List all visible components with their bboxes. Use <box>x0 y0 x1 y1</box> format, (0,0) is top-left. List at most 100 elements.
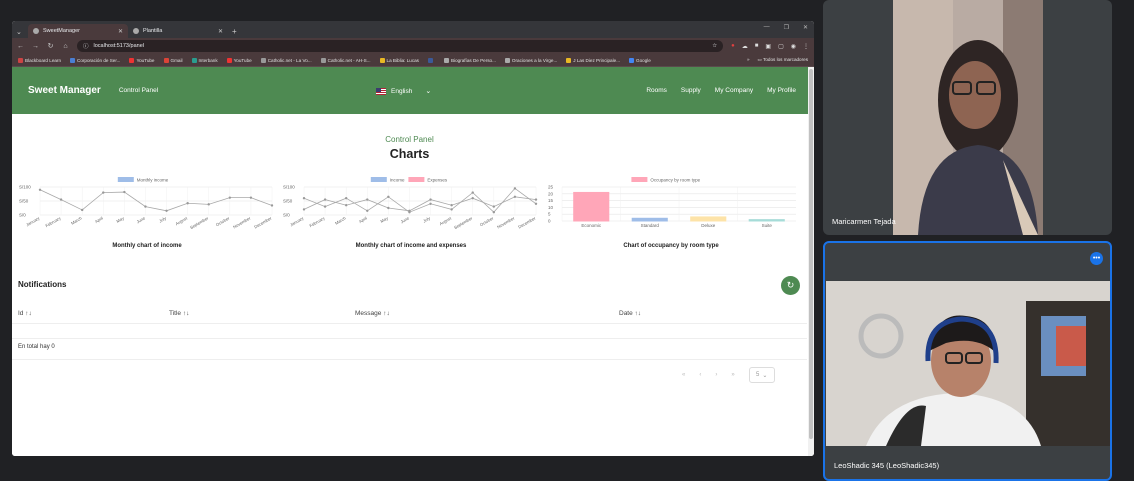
page-size-select[interactable]: 5 ⌄ <box>748 367 775 383</box>
y-tick-label: S/100 <box>19 185 31 190</box>
extension-icon[interactable]: ▣ <box>765 43 771 50</box>
legend-label: Occupancy by room type <box>650 178 700 183</box>
bookmark-label: YouTube <box>233 57 252 63</box>
x-tick-label: March <box>70 215 83 225</box>
bookmark-star-icon[interactable]: ☆ <box>712 43 717 49</box>
occupancy-bar-chart: Occupancy by room type 2520 15 10 5 0 Economic… <box>548 177 796 228</box>
prev-page-button[interactable]: ‹ <box>699 372 701 378</box>
back-icon[interactable]: ← <box>17 43 24 50</box>
bookmark-favicon-icon <box>226 57 232 63</box>
bar <box>690 216 727 222</box>
y-tick-label: 0 <box>548 219 551 224</box>
chart-caption: Monthly chart of income and expenses <box>355 243 467 249</box>
nav-rooms[interactable]: Rooms <box>646 87 667 94</box>
more-options-button[interactable]: ••• <box>1090 252 1103 265</box>
tab-search-icon[interactable]: ⌄ <box>16 28 28 36</box>
bookmark-item[interactable]: Gmail <box>163 57 183 63</box>
close-window-icon[interactable]: ✕ <box>803 24 808 31</box>
y-tick-label: 20 <box>548 191 554 196</box>
column-date[interactable]: Date ↑↓ <box>619 310 641 317</box>
page-subtitle: Control Panel <box>385 135 434 144</box>
legend-swatch <box>117 177 134 182</box>
all-bookmarks-button[interactable]: ▭ Todos los marcadores <box>758 57 808 63</box>
bookmark-item[interactable]: Biografías De Perso... <box>443 57 496 63</box>
page-scrollbar[interactable] <box>808 67 814 456</box>
bookmark-label: Catholic.net - La Vo... <box>267 57 312 63</box>
chart-caption: Monthly chart of income <box>112 243 182 249</box>
nav-my-company[interactable]: My Company <box>715 87 753 94</box>
bookmark-item[interactable]: Google <box>629 57 651 63</box>
tab-plantilla[interactable]: Plantilla ✕ <box>128 24 228 38</box>
bookmark-item[interactable] <box>427 57 435 63</box>
bookmark-item[interactable]: YouTube <box>226 57 252 63</box>
bookmark-item[interactable]: Corporación de Ser... <box>70 57 120 63</box>
more-bookmarks-button[interactable]: » <box>747 57 750 63</box>
bookmark-item[interactable]: Catholic.net - La Vo... <box>260 57 312 63</box>
bookmark-item[interactable]: La Biblia: Lucas <box>379 57 419 63</box>
bookmark-label: Catholic.net - AH-S... <box>327 57 371 63</box>
reload-icon[interactable]: ↻ <box>47 42 54 50</box>
data-point <box>38 188 42 191</box>
refresh-button[interactable]: ↻ <box>781 276 800 295</box>
bookmark-favicon-icon <box>629 57 635 63</box>
first-page-button[interactable]: « <box>682 372 685 378</box>
bookmark-favicon-icon <box>320 57 326 63</box>
bookmark-label: Oraciones a la Virge... <box>511 57 558 63</box>
series-line <box>39 189 273 212</box>
bar <box>748 219 785 222</box>
extension-icon[interactable]: ■ <box>755 43 759 49</box>
x-tick-label: October <box>479 215 495 227</box>
browser-toolbar: ← → ↻ ⌂ ⓘ localhost:5173/panel ☆ ● ☁ ■ ▣… <box>12 38 814 54</box>
extension-icon[interactable]: ● <box>731 43 735 49</box>
profile-icon[interactable]: ◉ <box>791 43 796 50</box>
bookmark-label: YouTube <box>136 57 155 63</box>
participant-tile[interactable]: Maricarmen Tejada <box>823 0 1112 235</box>
nav-my-profile[interactable]: My Profile <box>767 87 796 94</box>
address-bar[interactable]: ⓘ localhost:5173/panel ☆ <box>77 40 724 52</box>
bookmark-favicon-icon <box>566 57 572 63</box>
total-count: En total hay 0 <box>18 344 55 350</box>
participant-tile-active[interactable]: ••• LeoShadic 345 (LeoShadic345) <box>823 241 1112 481</box>
forward-icon[interactable]: → <box>32 43 39 50</box>
x-tick-label: Suite <box>762 223 773 228</box>
bookmark-item[interactable]: Catholic.net - AH-S... <box>320 57 371 63</box>
sidebar-icon[interactable]: ▢ <box>778 43 784 50</box>
bookmark-favicon-icon <box>191 57 197 63</box>
extension-icon[interactable]: ☁ <box>742 43 748 50</box>
column-id[interactable]: Id ↑↓ <box>18 310 32 317</box>
minimize-icon[interactable]: — <box>764 24 770 31</box>
tab-favicon-icon <box>33 28 39 34</box>
tab-sweetmanager[interactable]: SweetManager ✕ <box>28 24 128 38</box>
nav-control-panel[interactable]: Control Panel <box>119 87 158 94</box>
bookmark-item[interactable]: YouTube <box>129 57 155 63</box>
language-selector[interactable]: English ⌄ <box>376 87 431 95</box>
bookmark-label: J Las Diez Principale... <box>573 57 621 63</box>
bookmark-item[interactable]: J Las Diez Principale... <box>566 57 621 63</box>
data-point <box>165 209 168 212</box>
sort-icon: ↑↓ <box>383 310 390 317</box>
bookmark-item[interactable]: Oraciones a la Virge... <box>504 57 558 63</box>
tab-close-icon[interactable]: ✕ <box>118 28 123 35</box>
column-message[interactable]: Message ↑↓ <box>355 310 390 317</box>
bookmark-favicon-icon <box>443 57 449 63</box>
bookmark-item[interactable]: Blackboard Learn <box>18 57 61 63</box>
brand-logo[interactable]: Sweet Manager <box>28 85 101 96</box>
site-info-icon[interactable]: ⓘ <box>83 42 89 50</box>
data-point <box>492 205 496 208</box>
tab-close-icon[interactable]: ✕ <box>218 28 223 35</box>
bookmark-item[interactable]: Interbank <box>191 57 218 63</box>
data-point <box>102 191 105 194</box>
nav-supply[interactable]: Supply <box>681 87 701 94</box>
sort-icon: ↑↓ <box>182 310 190 317</box>
x-tick-label: Standard <box>641 223 660 228</box>
menu-icon[interactable]: ⋮ <box>803 43 809 50</box>
sort-icon: ↑↓ <box>25 310 32 317</box>
new-tab-button[interactable]: + <box>232 27 237 36</box>
column-title[interactable]: Title ↑↓ <box>169 310 189 317</box>
home-icon[interactable]: ⌂ <box>62 43 69 50</box>
next-page-button[interactable]: › <box>715 372 717 378</box>
x-tick-label: September <box>453 215 474 230</box>
maximize-icon[interactable]: ❐ <box>784 24 789 31</box>
x-tick-label: August <box>174 215 189 226</box>
last-page-button[interactable]: » <box>731 372 734 378</box>
